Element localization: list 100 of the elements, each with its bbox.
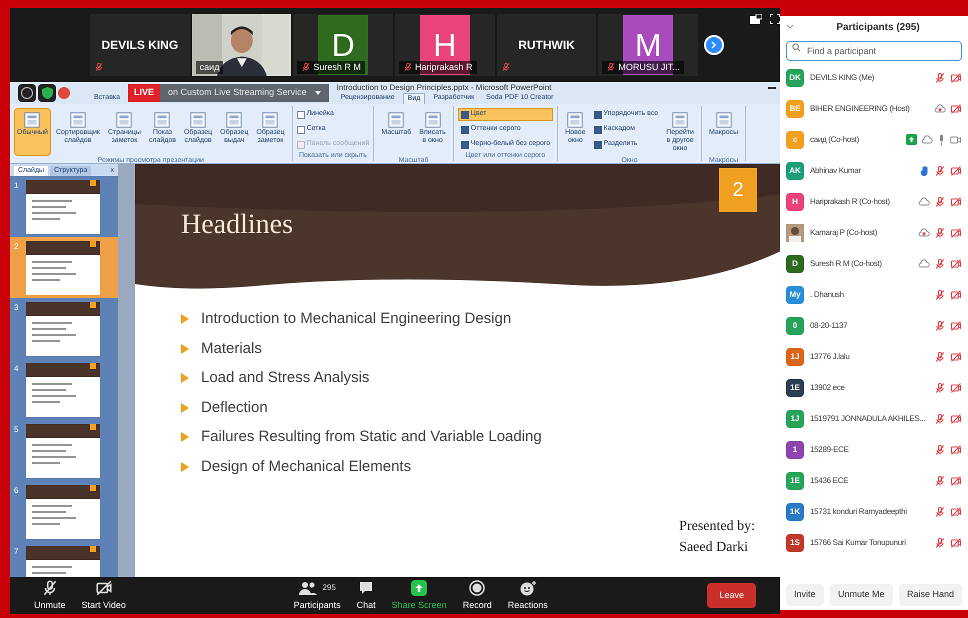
slide-thumbnail-row[interactable]: 1 — [10, 176, 118, 237]
participant-row[interactable]: 1 15289-ECE — [786, 434, 962, 465]
participant-row[interactable]: 0 08-20-1137 — [786, 310, 962, 341]
dropdown-icon[interactable] — [314, 91, 321, 95]
muted-mic-icon — [934, 382, 946, 394]
participant-name: 1519791 JONNADULA AKHILES... — [810, 412, 926, 424]
slide-number: 1 — [14, 180, 20, 192]
participant-name: DEVILS KING — [101, 37, 178, 54]
raised-hand-icon — [920, 164, 930, 176]
panel-button[interactable]: Raise Hand — [898, 584, 962, 606]
muted-mic-icon — [934, 288, 946, 300]
next-page-icon[interactable] — [704, 35, 724, 55]
video-off-icon — [950, 288, 962, 300]
presented-by-label: Presented by: — [679, 518, 755, 536]
screen-share-icon — [906, 134, 917, 145]
video-off-icon — [950, 382, 962, 394]
participant-row[interactable]: 1S 15766 Sai Kumar Tonupunuri — [786, 527, 962, 558]
slide-thumbnail-row[interactable]: 6 — [10, 481, 118, 542]
bullet-text: Load and Stress Analysis — [201, 368, 370, 388]
muted-mic-icon — [934, 506, 946, 518]
toolbar-button[interactable]: 295 Participants — [286, 578, 349, 612]
toolbar-button[interactable]: Unmute — [26, 578, 74, 612]
cloud-record-icon — [934, 104, 946, 114]
panel-title: Participants (295) — [835, 20, 921, 34]
slide-thumbnail-row[interactable]: 3 — [10, 298, 118, 359]
avatar: c — [786, 130, 804, 148]
participant-row[interactable]: 1J 1519791 JONNADULA AKHILES... — [786, 403, 962, 434]
slide-thumbnail-row[interactable]: 5 — [10, 420, 118, 481]
video-off-icon — [950, 474, 962, 486]
bullet-text: Failures Resulting from Static and Variable Loading — [201, 427, 542, 447]
participant-row[interactable]: Kamaraj P (Co-host) — [786, 217, 962, 248]
smiley-icon — [518, 580, 537, 596]
collapse-icon[interactable] — [786, 24, 794, 30]
view-icon — [68, 111, 87, 129]
view-icon — [115, 111, 134, 129]
fullscreen-icon[interactable] — [770, 14, 780, 24]
slide-number-badge: 2 — [719, 168, 757, 212]
cloud-record-icon — [918, 228, 930, 238]
participant-row[interactable]: 1E 13902 ece — [786, 372, 962, 403]
shield-icon[interactable] — [38, 84, 56, 102]
participant-row[interactable]: H Hariprakash R (Co-host) — [786, 186, 962, 217]
search-field[interactable]: Find a participant — [786, 41, 962, 61]
slide-thumbnail-row[interactable]: 7 — [10, 542, 118, 577]
avatar: BE — [786, 100, 804, 118]
muted-mic-icon — [934, 412, 946, 424]
bullet-text: Materials — [201, 338, 262, 358]
participant-row[interactable]: 1K 15731 konduri Ramyadeepthi — [786, 496, 962, 527]
toolbar-button[interactable]: Reactions — [500, 578, 556, 612]
avatar: 0 — [786, 316, 804, 334]
slide-number: 6 — [14, 485, 20, 497]
muted-mic-icon — [934, 72, 946, 84]
avatar: 1J — [786, 410, 804, 428]
bullet-icon — [181, 314, 189, 324]
slide-number: 2 — [14, 241, 20, 253]
participant-row[interactable]: 1J 13776 J.lalu — [786, 341, 962, 372]
video-off-icon — [950, 72, 962, 84]
participant-row[interactable]: 1E 15436 ECE — [786, 465, 962, 496]
bullet-icon — [181, 462, 189, 472]
cloud-icon — [921, 134, 933, 144]
checkbox[interactable] — [296, 110, 305, 118]
muted-mic-icon — [934, 164, 946, 176]
participant-row[interactable]: DK DEVILS KING (Me) — [786, 62, 962, 93]
panel-button[interactable]: Invite — [786, 584, 824, 606]
video-off-icon — [950, 412, 962, 424]
muted-mic-icon — [934, 196, 946, 208]
participant-name-label: Hariprakash R — [415, 60, 473, 74]
muted-mic-icon — [934, 350, 946, 362]
participant-name: RUTHWIK — [518, 37, 575, 54]
leave-button[interactable]: Leave — [707, 582, 756, 608]
toolbar-button[interactable]: Share Screen — [384, 578, 455, 612]
participant-name: Suresh R M (Co-host) — [810, 258, 883, 270]
participant-row[interactable]: c саид (Co-host) — [786, 124, 962, 155]
microphone-icon — [937, 134, 946, 146]
participant-name: BIHER ENGINEERING (Host) — [810, 102, 910, 114]
video-off-icon — [950, 536, 962, 548]
participant-row[interactable]: BE BIHER ENGINEERING (Host) — [786, 93, 962, 124]
info-icon[interactable] — [18, 84, 36, 102]
view-icon — [189, 111, 208, 129]
participant-row[interactable]: My . Dhanush — [786, 279, 962, 310]
panel-button[interactable]: Unmute Me — [830, 584, 892, 606]
toolbar-button[interactable]: Start Video — [74, 578, 134, 612]
bullet-icon — [181, 432, 189, 442]
avatar: AK — [786, 162, 804, 180]
participant-row[interactable]: AK Abhinav Kumar — [786, 155, 962, 186]
cloud-icon — [918, 196, 930, 206]
video-off-icon — [950, 350, 962, 362]
video-off-icon — [950, 226, 962, 238]
layout-icon[interactable] — [750, 14, 762, 24]
share-screen-icon — [411, 580, 428, 596]
bullet-text: Introduction to Mechanical Engineering Design — [201, 309, 512, 329]
minimize-icon[interactable] — [768, 86, 776, 88]
participant-row[interactable]: D Suresh R M (Co-host) — [786, 248, 962, 279]
chat-icon — [358, 580, 374, 596]
view-icon — [566, 111, 584, 129]
participant-name: 15289-ECE — [810, 444, 850, 456]
slide-thumbnail-row[interactable]: 4 — [10, 359, 118, 420]
toolbar-button[interactable]: Chat — [348, 578, 384, 612]
avatar: H — [786, 192, 804, 210]
checkbox[interactable] — [296, 126, 305, 134]
toolbar-button[interactable]: Record — [454, 578, 500, 612]
